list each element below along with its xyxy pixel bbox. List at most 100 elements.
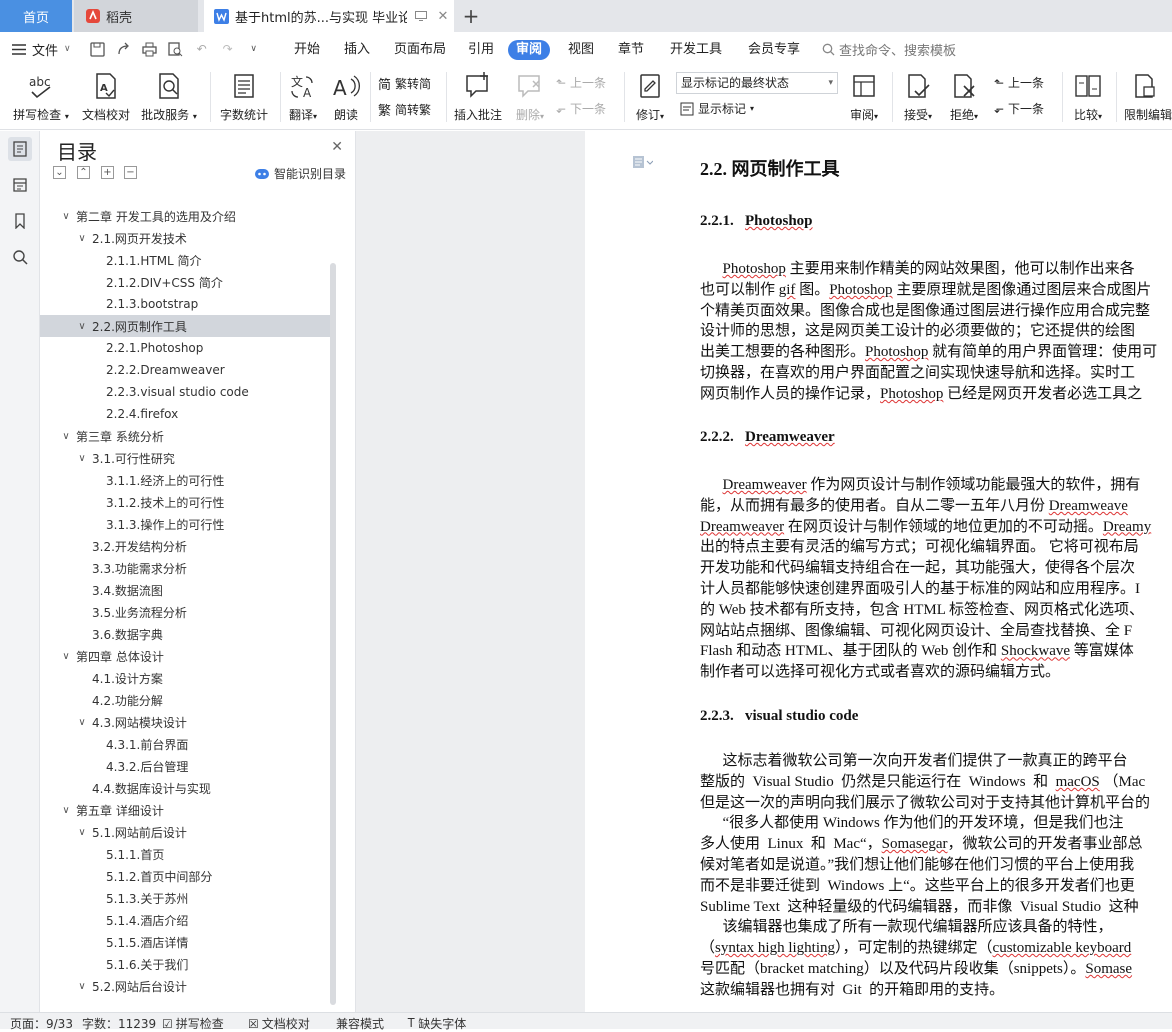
toc-scrollbar[interactable] (330, 263, 336, 1005)
toc-item[interactable]: 5.1.5.酒店详情 (40, 931, 330, 953)
toc-item[interactable]: 3.5.业务流程分析 (40, 601, 330, 623)
next-comment-button[interactable]: ⬐ 下一条 (556, 100, 606, 117)
chevron-down-icon[interactable]: ∨ (60, 211, 72, 222)
new-tab-button[interactable]: + (456, 0, 486, 32)
accept-change-button[interactable]: 接受▾ (898, 70, 938, 123)
toc-item[interactable]: 2.2.1.Photoshop (40, 337, 330, 359)
toc-item[interactable]: ∨ 2.1.网页开发技术 (40, 227, 330, 249)
toc-item[interactable]: 4.3.1.前台界面 (40, 733, 330, 755)
save-icon[interactable] (89, 40, 107, 58)
document-page[interactable]: 2.2. 网页制作工具 2.2.1. Photoshop Photoshop 主… (585, 131, 1172, 1012)
undo-icon[interactable]: ↶ (193, 40, 211, 58)
toc-item[interactable]: 2.1.1.HTML 简介 (40, 249, 330, 271)
toc-item[interactable]: ∨ 5.1.网站前后设计 (40, 821, 330, 843)
show-markup-button[interactable]: 显示标记 ▾ (680, 100, 754, 117)
toc-item[interactable]: ∨ 第三章 系统分析 (40, 425, 330, 447)
toc-item[interactable]: 2.2.2.Dreamweaver (40, 359, 330, 381)
tab-home[interactable]: 首页 (0, 0, 72, 32)
toc-item[interactable]: 3.2.开发结构分析 (40, 535, 330, 557)
toc-item[interactable]: 3.1.1.经济上的可行性 (40, 469, 330, 491)
restrict-edit-button[interactable]: 限制编辑 (1124, 70, 1172, 123)
menu-tab-start[interactable]: 开始 (292, 40, 322, 60)
toc-item[interactable]: 2.1.2.DIV+CSS 简介 (40, 271, 330, 293)
toc-item[interactable]: ∨ 第四章 总体设计 (40, 645, 330, 667)
simp-to-trad-button[interactable]: 繁 简转繁 (378, 100, 431, 119)
toc-panel-icon[interactable] (8, 137, 32, 161)
file-menu[interactable]: 文件 ∨ (0, 40, 79, 59)
proofread-toggle[interactable]: ☒ 文档校对 (248, 1015, 310, 1032)
chevron-down-icon[interactable]: ∨ (76, 717, 88, 728)
toc-item[interactable]: 5.1.3.关于苏州 (40, 887, 330, 909)
chevron-down-icon[interactable]: ∨ (76, 827, 88, 838)
toc-item[interactable]: 5.1.4.酒店介绍 (40, 909, 330, 931)
toc-item[interactable]: 5.1.2.首页中间部分 (40, 865, 330, 887)
menu-tab-developer[interactable]: 开发工具 (668, 40, 724, 60)
review-pane-button[interactable]: 审阅▾ (844, 70, 884, 123)
toc-item[interactable]: 3.3.功能需求分析 (40, 557, 330, 579)
toc-item[interactable]: 5.1.1.首页 (40, 843, 330, 865)
print-preview-icon[interactable] (167, 40, 185, 58)
chevron-down-icon[interactable]: ∨ (76, 453, 88, 464)
trad-to-simp-button[interactable]: 简 繁转简 (378, 74, 431, 93)
toc-item[interactable]: ∨ 2.2.网页制作工具 (40, 315, 330, 337)
toc-item[interactable]: 4.2.功能分解 (40, 689, 330, 711)
close-icon[interactable]: ✕ (331, 139, 343, 155)
tab-restore-icon[interactable] (413, 8, 429, 24)
toc-item[interactable]: 3.6.数据字典 (40, 623, 330, 645)
smart-toc-button[interactable]: 智能识别目录 (254, 165, 346, 182)
menu-tab-chapter[interactable]: 章节 (616, 40, 646, 60)
toc-item[interactable]: ∨ 3.1.可行性研究 (40, 447, 330, 469)
toc-item[interactable]: 5.1.6.关于我们 (40, 953, 330, 975)
collapse-up-icon[interactable]: ⌃ (77, 166, 90, 179)
reject-change-button[interactable]: 拒绝▾ (944, 70, 984, 123)
toc-item[interactable]: 4.3.2.后台管理 (40, 755, 330, 777)
menu-tab-insert[interactable]: 插入 (342, 40, 372, 60)
collapse-all-icon[interactable]: − (124, 166, 137, 179)
menu-tab-view[interactable]: 视图 (566, 40, 596, 60)
translate-button[interactable]: 文A 翻译▾ (284, 70, 322, 123)
toc-item[interactable]: 2.2.3.visual studio code (40, 381, 330, 403)
prev-change-button[interactable]: ⬑ 上一条 (994, 74, 1044, 91)
chevron-down-icon[interactable]: ∨ (60, 431, 72, 442)
toc-item[interactable]: ∨ 第五章 详细设计 (40, 799, 330, 821)
annotate-service-button[interactable]: 批改服务 ▾ (138, 70, 200, 123)
chevron-down-icon[interactable]: ∨ (60, 805, 72, 816)
spell-check-button[interactable]: abc 拼写检查 ▾ (10, 70, 72, 123)
chevron-down-icon[interactable]: ∨ (76, 233, 88, 244)
expand-all-icon[interactable]: + (101, 166, 114, 179)
toc-item[interactable]: 2.1.3.bootstrap (40, 293, 330, 315)
command-search[interactable]: 查找命令、搜索模板 (822, 40, 956, 59)
insert-comment-button[interactable]: 插入批注 (452, 70, 504, 123)
next-change-button[interactable]: ⬐ 下一条 (994, 100, 1044, 117)
missing-font-button[interactable]: Ꭲ 缺失字体 (408, 1015, 466, 1032)
compare-button[interactable]: 比较▾ (1068, 70, 1108, 123)
share-icon[interactable] (115, 40, 133, 58)
chevron-down-icon[interactable]: ∨ (60, 651, 72, 662)
prev-comment-button[interactable]: ⬑ 上一条 (556, 74, 606, 91)
toc-item[interactable]: 4.1.设计方案 (40, 667, 330, 689)
proofread-button[interactable]: A 文档校对 (78, 70, 134, 123)
word-count-indicator[interactable]: 字数：11239 (82, 1015, 156, 1032)
toc-item-partial[interactable] (40, 189, 330, 197)
menu-tab-layout[interactable]: 页面布局 (392, 40, 448, 60)
toc-item[interactable]: 2.2.4.firefox (40, 403, 330, 425)
print-icon[interactable] (141, 40, 159, 58)
spell-check-toggle[interactable]: ☑ 拼写检查 (162, 1015, 224, 1032)
word-count-button[interactable]: 字数统计 (216, 70, 272, 123)
tab-close-icon[interactable]: ✕ (435, 8, 451, 24)
toc-item[interactable]: ∨ 4.3.网站模块设计 (40, 711, 330, 733)
track-changes-button[interactable]: 修订▾ (630, 70, 670, 123)
read-aloud-button[interactable]: A 朗读 (328, 70, 364, 123)
page-indicator[interactable]: 页面：9/33 (10, 1015, 73, 1032)
toc-item[interactable]: ∨ 5.2.网站后台设计 (40, 975, 330, 997)
toc-item[interactable]: 3.1.3.操作上的可行性 (40, 513, 330, 535)
menu-tab-member[interactable]: 会员专享 (746, 40, 802, 60)
toc-item[interactable]: 4.4.数据库设计与实现 (40, 777, 330, 799)
collapse-down-icon[interactable]: ⌄ (53, 166, 66, 179)
bookmark-icon[interactable] (8, 209, 32, 233)
chevron-down-icon[interactable]: ∨ (76, 321, 88, 332)
delete-comment-button[interactable]: 删除▾ (510, 70, 550, 123)
redo-icon[interactable]: ↷ (219, 40, 237, 58)
chapter-nav-icon[interactable] (8, 173, 32, 197)
search-icon[interactable] (8, 245, 32, 269)
